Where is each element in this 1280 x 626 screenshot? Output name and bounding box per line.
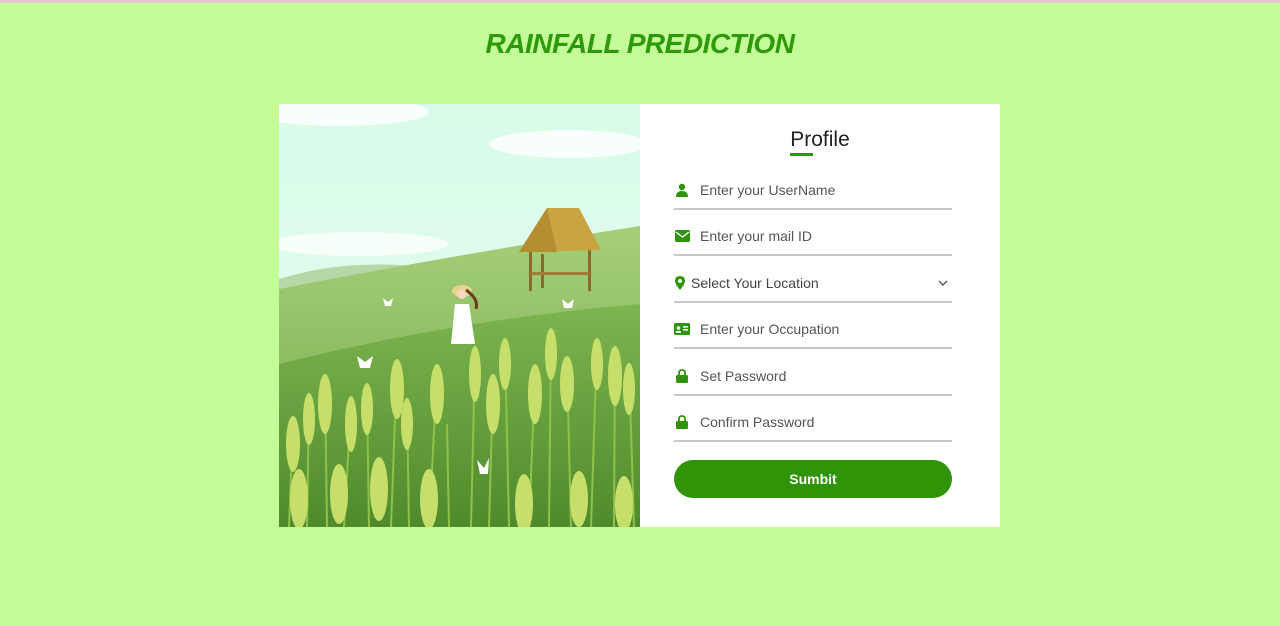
profile-card: Profile Select Your Location: [279, 104, 1000, 527]
confirm-password-input[interactable]: [700, 407, 952, 437]
profile-form: Profile Select Your Location: [640, 104, 1000, 527]
lock-icon: [674, 368, 690, 384]
map-marker-icon: [674, 275, 686, 291]
submit-button[interactable]: Sumbit: [674, 460, 952, 498]
location-select[interactable]: Select Your Location: [674, 265, 952, 303]
title-underline: [790, 153, 813, 156]
lock-icon: [674, 414, 690, 430]
username-field: [674, 172, 952, 210]
user-icon: [674, 182, 690, 198]
page-title: RAINFALL PREDICTION: [485, 28, 795, 59]
username-input[interactable]: [700, 175, 952, 205]
email-input[interactable]: [700, 221, 952, 251]
set-password-input[interactable]: [700, 361, 952, 391]
top-border: [0, 0, 1280, 3]
occupation-field: [674, 311, 952, 349]
envelope-icon: [674, 228, 690, 244]
chevron-down-icon: [938, 280, 950, 286]
email-field: [674, 218, 952, 256]
confirm-password-field: [674, 404, 952, 442]
form-title: Profile: [790, 128, 850, 151]
location-select-value: Select Your Location: [691, 275, 819, 291]
wheat-field-illustration: [279, 104, 640, 527]
occupation-input[interactable]: [700, 314, 952, 344]
id-card-icon: [674, 321, 690, 337]
set-password-field: [674, 358, 952, 396]
